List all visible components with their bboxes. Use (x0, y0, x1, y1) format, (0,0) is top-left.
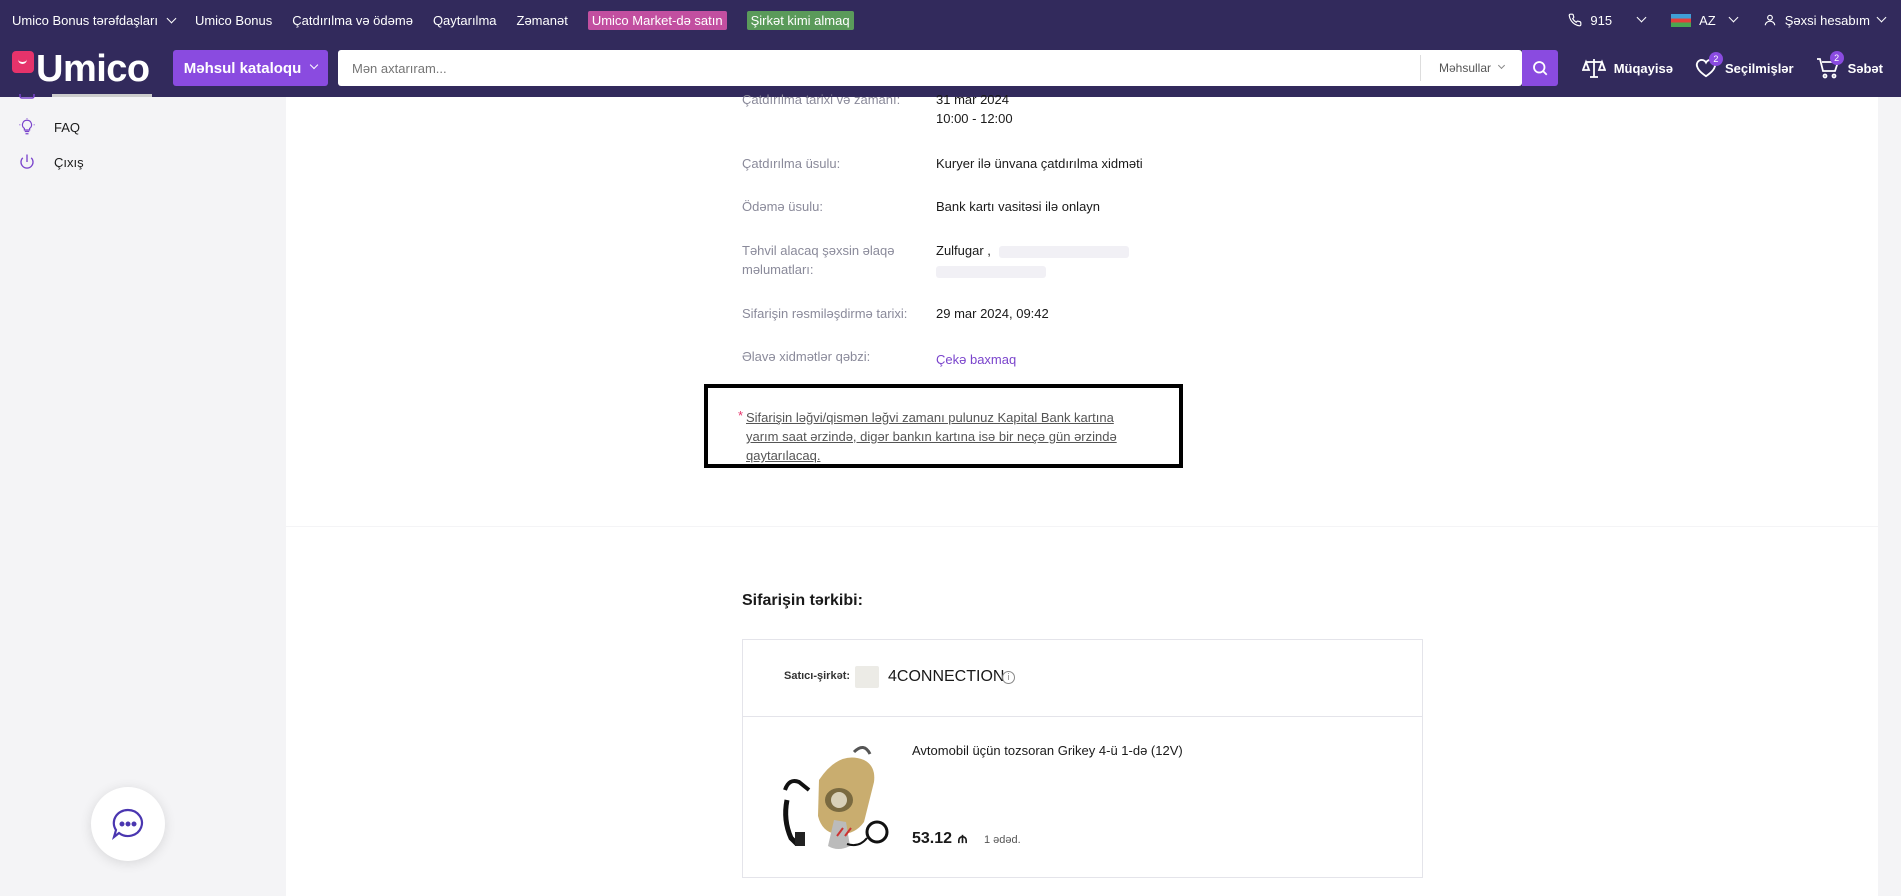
favorites-button[interactable]: 2 Seçilmişlər (1695, 52, 1794, 78)
composition-title: Sifarişin tərkibi: (742, 592, 863, 609)
favorites-count-badge: 2 (1708, 52, 1723, 66)
payment-method-label: Ödəmə üsulu: (742, 199, 823, 214)
partners-dropdown[interactable]: Umico Bonus tərəfdaşları (12, 13, 177, 28)
seller-name[interactable]: 4CONNECTION (888, 668, 1004, 686)
contact-name: Zulfugar , (936, 243, 991, 258)
compare-button[interactable]: Müqayisə (1581, 57, 1673, 79)
account-dropdown[interactable]: Şəxsi hesabım (1763, 12, 1887, 28)
cart-count-badge: 2 (1829, 51, 1844, 65)
company-buy-badge[interactable]: Şirkət kimi almaq (746, 10, 854, 30)
logo-mark-icon (12, 51, 34, 73)
seller-label: Satıcı-şirkət: (784, 670, 851, 682)
delivery-time: 10:00 - 12:00 (936, 111, 1013, 126)
refund-notice: * Sifarişin ləğvi/qismən ləğvi zamanı pu… (704, 384, 1183, 468)
contact-info: Zulfugar , (936, 241, 1129, 283)
chevron-down-icon (166, 13, 177, 23)
seller-row: Satıcı-şirkət: 4CONNECTION i (743, 640, 1422, 717)
info-icon[interactable]: i (1002, 671, 1015, 684)
search-input[interactable] (338, 50, 1420, 86)
order-item-card: Satıcı-şirkət: 4CONNECTION i Avtomobil ü… (742, 639, 1423, 878)
product-quantity: 1 ədəd. (984, 834, 1021, 846)
chevron-down-icon (310, 60, 319, 70)
search-button[interactable] (1522, 50, 1558, 86)
search-scope-dropdown[interactable]: Məhsullar (1420, 55, 1522, 81)
language-dropdown[interactable]: AZ (1671, 12, 1739, 28)
sidebar-item-faq[interactable]: FAQ (18, 118, 80, 136)
cart-button[interactable]: 2 Səbət (1816, 51, 1883, 79)
refund-notice-text[interactable]: Sifarişin ləğvi/qismən ləğvi zamanı pulu… (746, 408, 1126, 465)
delivery-date: 31 mar 2024 (936, 92, 1009, 107)
chevron-down-icon (1636, 12, 1647, 22)
top-bar: Umico Bonus tərəfdaşları Umico Bonus Çat… (0, 0, 1901, 40)
phone-icon (1569, 13, 1582, 27)
product-price: 53.12 (912, 830, 968, 848)
asterisk: * (738, 408, 744, 423)
delivery-method: Kuryer ilə ünvana çatdırılma xidməti (936, 156, 1143, 171)
manat-icon (957, 834, 967, 844)
receipt-label: Əlavə xidmətlər qəbzi: (742, 349, 871, 364)
link-warranty[interactable]: Zəmanət (517, 13, 568, 28)
market-sell-badge[interactable]: Umico Market-də satın (587, 10, 727, 30)
chevron-down-icon (1497, 61, 1506, 69)
delivery-method-label: Çatdırılma üsulu: (742, 156, 841, 171)
chevron-down-icon (1876, 12, 1887, 22)
product-name[interactable]: Avtomobil üçün tozsoran Grikey 4-ü 1-də … (912, 743, 1183, 758)
chevron-down-icon (1728, 12, 1739, 22)
account-sidebar: FAQ Çıxış (0, 93, 285, 896)
search-bar: Məhsullar (338, 50, 1522, 86)
phone-dropdown[interactable]: 915 (1568, 12, 1647, 28)
contact-info-label: Təhvil alacaq şəxsin əlaqə məlumatları: (742, 243, 895, 277)
main-header: Umico Məhsul kataloqu Məhsullar Müqayisə… (0, 40, 1901, 97)
seller-logo (855, 666, 879, 688)
sidebar-item-logout[interactable]: Çıxış (18, 153, 84, 171)
link-delivery-payment[interactable]: Çatdırılma və ödəmə (292, 13, 413, 28)
redacted-phone (998, 245, 1129, 258)
link-umico-bonus[interactable]: Umico Bonus (195, 13, 272, 28)
product-image[interactable] (779, 740, 897, 858)
order-created-label: Sifarişin rəsmiləşdirmə tarixi: (742, 306, 908, 321)
chat-support-button[interactable] (91, 787, 165, 861)
payment-method: Bank kartı vasitəsi ilə onlayn (936, 199, 1101, 214)
redacted-email (936, 266, 1046, 278)
user-icon (1764, 14, 1775, 26)
chat-bubble-icon (111, 808, 144, 841)
search-icon (1533, 61, 1548, 76)
power-icon (20, 154, 34, 169)
link-returns[interactable]: Qaytarılma (433, 13, 497, 28)
view-receipt-link[interactable]: Çekə baxmaq (936, 350, 1016, 369)
scales-icon (1581, 59, 1606, 78)
delivery-date-label: Çatdırılma tarixi və zamanı: (742, 92, 901, 107)
az-flag-icon (1671, 13, 1692, 27)
catalog-button[interactable]: Məhsul kataloqu (173, 50, 328, 86)
umico-logo[interactable]: Umico (12, 49, 150, 89)
cut-off-menu-item (18, 93, 158, 101)
order-created-date: 29 mar 2024, 09:42 (936, 306, 1049, 321)
lightbulb-icon (19, 118, 35, 135)
